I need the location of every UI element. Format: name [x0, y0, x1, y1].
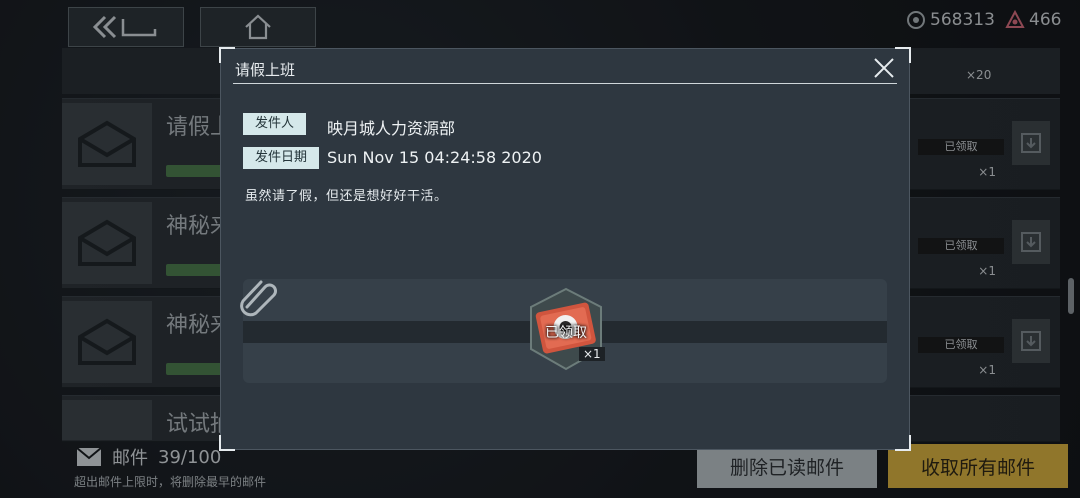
mail-body: 虽然请了假，但还是想好好干活。	[245, 189, 448, 204]
sender-value: 映月城人力资源部	[327, 119, 456, 138]
mail-detail-dialog: 请假上班 发件人 映月城人力资源部 发件日期 Sun Nov 15 04:24:…	[219, 47, 911, 451]
date-label: 发件日期	[243, 147, 320, 169]
sender-label: 发件人	[243, 113, 307, 135]
close-icon	[874, 58, 894, 78]
dialog-title: 请假上班	[235, 61, 296, 79]
title-divider	[233, 83, 897, 84]
paperclip-icon	[239, 277, 283, 321]
corner-mark	[219, 47, 235, 63]
item-qty: ×1	[579, 347, 605, 361]
date-value: Sun Nov 15 04:24:58 2020	[327, 148, 542, 167]
attachment-item[interactable]: 已领取 ×1	[521, 287, 611, 371]
corner-mark	[895, 47, 911, 63]
corner-mark	[219, 435, 235, 451]
close-button[interactable]	[871, 55, 897, 81]
corner-mark	[895, 435, 911, 451]
claimed-label: 已领取	[545, 325, 587, 341]
